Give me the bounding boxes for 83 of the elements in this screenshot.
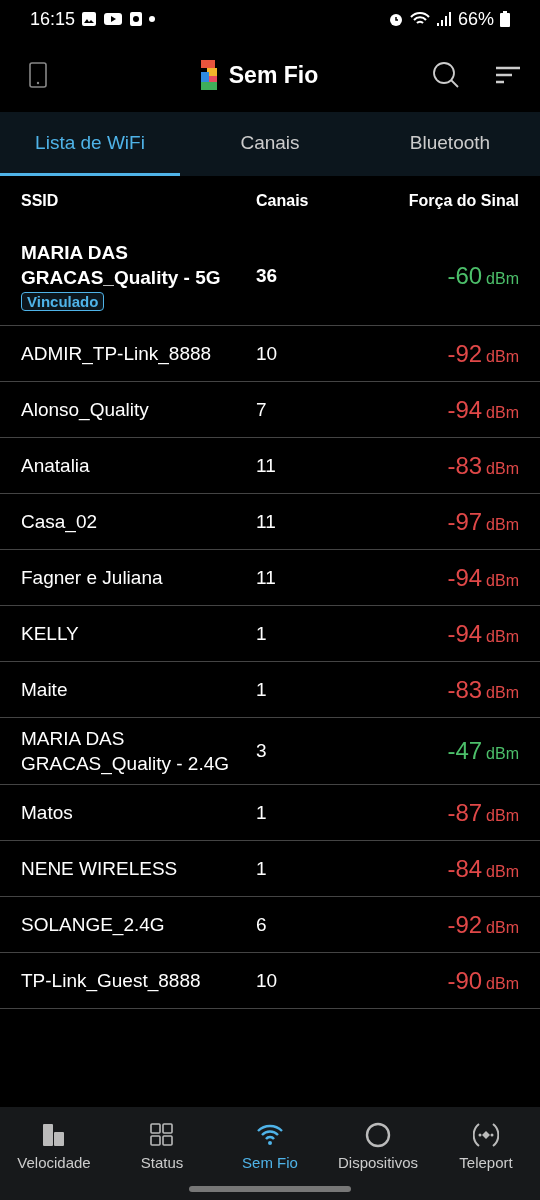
channel-number: 10 [256, 342, 279, 365]
tab[interactable]: Bluetooth [360, 112, 540, 176]
signal-unit: dBm [486, 627, 519, 646]
signal-unit: dBm [486, 403, 519, 422]
signal-unit: dBm [486, 918, 519, 937]
channel-number: 3 [256, 740, 268, 762]
signal-unit: dBm [486, 347, 519, 366]
signal-strength: -92 [447, 910, 483, 939]
battery-icon [500, 11, 510, 27]
signal-unit: dBm [486, 515, 519, 534]
network-name[interactable]: Maite [21, 677, 68, 702]
signal-strength: -47 [447, 737, 483, 765]
signal-icon [435, 11, 452, 27]
channel-number: 1 [256, 678, 268, 701]
app-icon [129, 11, 144, 27]
signal-strength: -87 [447, 798, 483, 827]
alarm-icon [387, 11, 404, 27]
logo-icon [200, 60, 217, 90]
channel-number: 1 [256, 622, 268, 645]
bar-chart-icon [41, 1121, 67, 1148]
signal-unit: dBm [486, 683, 519, 702]
app-title: Sem Fio [228, 61, 319, 89]
teleport-icon [473, 1121, 499, 1148]
channel-number: 6 [256, 913, 268, 936]
column-header: Força do Sinal [407, 192, 519, 210]
signal-unit: dBm [486, 459, 519, 478]
clock-time: 16:15 [30, 8, 76, 30]
image-icon [81, 11, 98, 27]
signal-strength: -84 [447, 854, 483, 883]
signal-unit: dBm [486, 571, 519, 590]
signal-unit: dBm [486, 269, 519, 288]
signal-unit: dBm [486, 974, 519, 993]
sort-icon[interactable] [496, 66, 520, 84]
signal-strength: -90 [447, 966, 483, 995]
network-name[interactable]: NENE WIRELESS [21, 856, 178, 881]
nav-tab[interactable]: Velocidade [0, 1107, 108, 1177]
search-icon[interactable] [432, 61, 460, 89]
signal-strength: -94 [447, 395, 483, 424]
network-name[interactable]: Alonso_Quality [21, 397, 149, 422]
signal-strength: -97 [447, 507, 483, 536]
nav-tab[interactable]: Sem Fio [216, 1107, 324, 1177]
column-header: SSID [21, 192, 60, 210]
channel-number: 36 [256, 264, 279, 287]
nav-tab[interactable]: Status [108, 1107, 216, 1177]
network-name[interactable]: TP-Link_Guest_8888 [21, 968, 201, 993]
tab[interactable]: Lista de WiFi [0, 112, 180, 176]
play-icon [103, 11, 124, 27]
network-name[interactable]: SOLANGE_2.4G [21, 912, 165, 937]
nav-tab[interactable]: Teleport [432, 1107, 540, 1177]
dot-icon [149, 16, 156, 22]
home-indicator[interactable] [189, 1185, 351, 1192]
signal-unit: dBm [486, 806, 519, 825]
signal-strength: -94 [447, 563, 483, 592]
signal-strength: -60 [447, 261, 483, 290]
signal-unit: dBm [486, 745, 519, 763]
channel-number: 11 [256, 510, 277, 533]
channel-number: 11 [256, 454, 277, 477]
channel-number: 11 [256, 566, 277, 589]
nav-tab[interactable]: Dispositivos [324, 1107, 432, 1177]
channel-number: 1 [256, 801, 268, 824]
phone-icon[interactable] [29, 62, 47, 88]
signal-unit: dBm [486, 862, 519, 881]
channel-number: 7 [256, 398, 268, 421]
circle-icon [365, 1121, 391, 1148]
linked-badge: Vinculado [21, 292, 105, 311]
signal-strength: -83 [447, 451, 483, 480]
signal-strength: -83 [447, 675, 483, 704]
column-header: Canais [256, 192, 310, 210]
grid-icon [149, 1121, 175, 1148]
network-name[interactable]: MARIA DAS GRACAS_Quality - 5G [21, 240, 256, 290]
tab[interactable]: Canais [180, 112, 360, 176]
network-name[interactable]: MARIA DAS GRACAS_Quality - 2.4G [21, 726, 256, 776]
battery-percent: 66% [457, 8, 494, 30]
network-name[interactable]: Casa_02 [21, 509, 98, 534]
signal-strength: -92 [447, 339, 483, 368]
channel-number: 10 [256, 969, 279, 992]
signal-strength: -94 [447, 619, 483, 648]
network-name[interactable]: KELLY [21, 621, 79, 646]
network-name[interactable]: ADMIR_TP-Link_8888 [21, 341, 212, 366]
network-name[interactable]: Matos [21, 800, 73, 825]
network-name[interactable]: Anatalia [21, 453, 90, 478]
network-name[interactable]: Fagner e Juliana [21, 565, 163, 590]
channel-number: 1 [256, 857, 268, 880]
